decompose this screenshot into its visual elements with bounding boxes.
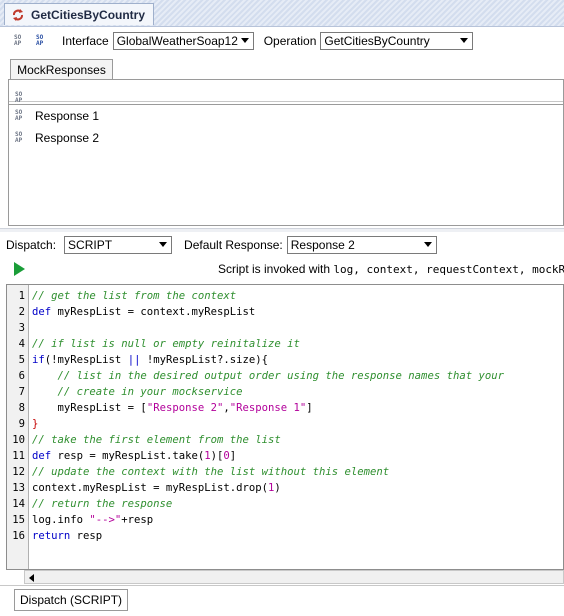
mock-operation-icon <box>11 8 25 22</box>
response-label: Response 2 <box>35 131 100 145</box>
operation-toolbar: SO AP SO AP Interface GlobalWeatherSoap12 … <box>0 28 564 54</box>
scroll-left-icon[interactable] <box>29 574 34 582</box>
line-number: 13 <box>12 482 25 494</box>
code-text: } <box>32 418 39 430</box>
line-number: 3 <box>18 322 25 334</box>
chevron-down-icon <box>423 242 432 247</box>
code-line: 4 // if list is null or empty reinitalize… <box>7 336 563 352</box>
dispatch-label: Dispatch: <box>6 238 57 252</box>
operation-value: GetCitiesByCountry <box>324 34 430 48</box>
interface-value: GlobalWeatherSoap12 <box>116 34 238 48</box>
mock-responses-toolbar: SO AP <box>9 80 563 105</box>
response-label: Response 1 <box>35 109 100 123</box>
code-line: 9} <box>7 416 563 432</box>
chevron-down-icon <box>159 242 168 247</box>
code-line: 10 // take the first element from the lis… <box>7 432 563 448</box>
line-number: 15 <box>12 514 25 526</box>
code-text: // create in your mockservice <box>57 386 243 398</box>
code-line: 11 def resp = myRespList.take(1)[0] <box>7 448 563 464</box>
script-editor[interactable]: 1 // get the list from the context 2 def my… <box>6 284 564 570</box>
dispatch-row: Dispatch: SCRIPT Default Response: Respo… <box>0 234 564 256</box>
code-line: 14 // return the response <box>7 496 563 512</box>
code-line: 8 myRespList = ["Response 2","Response 1… <box>7 400 563 416</box>
line-number: 10 <box>12 434 25 446</box>
mock-tabs: MockResponses <box>8 58 564 80</box>
code-line: 5 if(!myRespList || !myRespList?.size){ <box>7 352 563 368</box>
chevron-down-icon <box>460 38 469 43</box>
window-tab[interactable]: GetCitiesByCountry <box>4 3 155 25</box>
code-line: 7 // create in your mockservice <box>7 384 563 400</box>
mock-responses-panel: SO AP SO AP Response 1 SO AP Response 2 <box>8 79 564 226</box>
list-item[interactable]: SO AP Response 2 <box>9 127 563 149</box>
interface-label: Interface <box>62 34 109 48</box>
run-icon[interactable] <box>14 262 25 276</box>
code-text: // update the context with the list with… <box>32 466 390 478</box>
code-text: myRespList = ["Response 2","Response 1"] <box>32 402 313 414</box>
code-text: def resp = myRespList.take(1)[0] <box>32 450 237 462</box>
operation-select[interactable]: GetCitiesByCountry <box>320 32 474 50</box>
response-icon: SO AP <box>15 131 23 144</box>
line-number: 9 <box>18 418 25 430</box>
script-info: Script is invoked with log, context, req… <box>218 262 564 276</box>
line-number: 1 <box>18 290 25 302</box>
panel-splitter[interactable] <box>0 228 564 232</box>
dispatch-select[interactable]: SCRIPT <box>64 236 173 254</box>
code-text: // if list is null or empty reinitalize … <box>32 338 300 350</box>
horizontal-scrollbar[interactable] <box>24 570 564 584</box>
dispatch-value: SCRIPT <box>68 238 113 252</box>
code-line: 2 def myRespList = context.myRespList <box>7 304 563 320</box>
soap-open-operation-icon[interactable]: SO AP <box>36 34 50 48</box>
code-line: 13 context.myRespList = myRespList.drop(1… <box>7 480 563 496</box>
line-number: 14 <box>12 498 25 510</box>
line-number: 16 <box>12 530 25 542</box>
list-item[interactable]: SO AP Response 1 <box>9 105 563 127</box>
script-row: Script is invoked with log, context, req… <box>0 258 564 280</box>
tab-dispatch-script[interactable]: Dispatch (SCRIPT) <box>14 589 129 611</box>
interface-select[interactable]: GlobalWeatherSoap12 <box>112 32 254 50</box>
default-response-value: Response 2 <box>290 238 355 252</box>
line-number: 2 <box>18 306 25 318</box>
code-text: // list in the desired output order usin… <box>57 370 504 382</box>
code-line: 12 // update the context with the list wi… <box>7 464 563 480</box>
line-number: 11 <box>12 450 25 462</box>
code-line: 6 // list in the desired output order us… <box>7 368 563 384</box>
code-text: // return the response <box>32 498 173 510</box>
code-line: 3 <box>7 320 563 336</box>
operation-label: Operation <box>263 34 317 48</box>
default-response-select[interactable]: Response 2 <box>286 236 437 254</box>
response-icon: SO AP <box>15 109 23 122</box>
line-number: 7 <box>18 386 25 398</box>
code-text: log.info "-->"+resp <box>32 514 154 526</box>
line-number: 12 <box>12 466 25 478</box>
code-text: context.myRespList = myRespList.drop(1) <box>32 482 281 494</box>
code-text: def myRespList = context.myRespList <box>32 306 256 318</box>
response-list: SO AP Response 1 SO AP Response 2 <box>9 104 563 225</box>
script-info-vars: log, context, requestContext, mockRec <box>333 263 564 276</box>
script-info-prefix: Script is invoked with <box>218 262 334 276</box>
code-text: // get the list from the context <box>32 290 237 302</box>
window-title: GetCitiesByCountry <box>31 7 146 22</box>
chevron-down-icon <box>240 38 249 43</box>
tab-mock-responses[interactable]: MockResponses <box>10 59 113 79</box>
bottom-tab-bar: Dispatch (SCRIPT) <box>0 585 564 616</box>
line-number: 6 <box>18 370 25 382</box>
line-number: 8 <box>18 402 25 414</box>
code-line: 15 log.info "-->"+resp <box>7 512 563 528</box>
code-lines: 1 // get the list from the context 2 def my… <box>7 288 563 544</box>
soap-open-request-icon[interactable]: SO AP <box>14 34 28 48</box>
code-text: // take the first element from the list <box>32 434 281 446</box>
code-text: return resp <box>32 530 103 542</box>
default-response-label: Default Response: <box>184 238 283 252</box>
add-response-icon[interactable]: SO AP <box>15 91 29 105</box>
code-text: if(!myRespList || !myRespList?.size){ <box>32 354 269 366</box>
line-number: 5 <box>18 354 25 366</box>
line-number: 4 <box>18 338 25 350</box>
code-line: 16 return resp <box>7 528 563 544</box>
title-bar: GetCitiesByCountry <box>0 0 564 27</box>
code-line: 1 // get the list from the context <box>7 288 563 304</box>
